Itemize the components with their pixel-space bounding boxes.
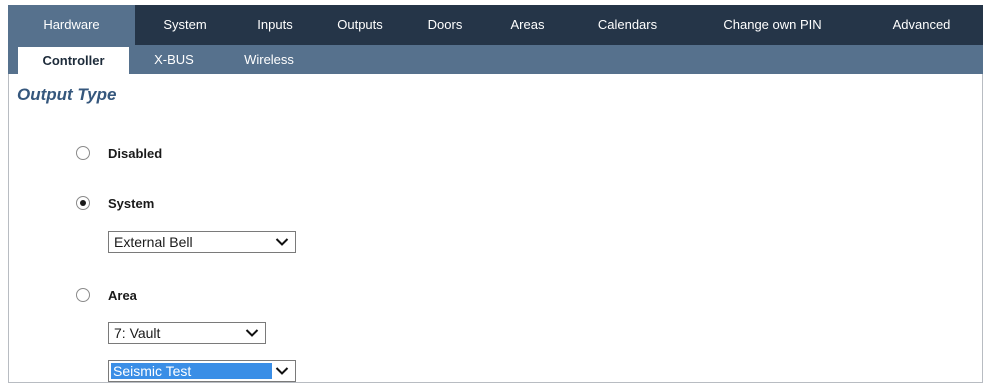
chevron-down-icon bbox=[275, 238, 289, 246]
label-area: Area bbox=[108, 288, 137, 303]
area-function-select[interactable]: Seismic Test bbox=[108, 360, 296, 382]
radio-area[interactable] bbox=[76, 288, 90, 302]
area-select[interactable]: 7: Vault bbox=[108, 322, 266, 344]
tab-inputs[interactable]: Inputs bbox=[235, 5, 315, 45]
chevron-down-icon bbox=[275, 367, 289, 375]
subtab-controller[interactable]: Controller bbox=[18, 47, 129, 74]
subtab-x-bus[interactable]: X-BUS bbox=[129, 45, 219, 74]
tab-advanced[interactable]: Advanced bbox=[860, 5, 983, 45]
label-system: System bbox=[108, 196, 155, 211]
system-type-value: External Bell bbox=[114, 234, 193, 250]
radio-disabled[interactable] bbox=[76, 146, 90, 160]
tab-system[interactable]: System bbox=[135, 5, 235, 45]
area-value: 7: Vault bbox=[114, 325, 161, 341]
system-type-select[interactable]: External Bell bbox=[108, 231, 296, 253]
tab-outputs[interactable]: Outputs bbox=[315, 5, 405, 45]
label-disabled: Disabled bbox=[108, 146, 163, 161]
tab-change-own-pin[interactable]: Change own PIN bbox=[685, 5, 860, 45]
subtab-wireless[interactable]: Wireless bbox=[219, 45, 319, 74]
chevron-down-icon bbox=[245, 329, 259, 337]
main-nav: Hardware System Inputs Outputs Doors Are… bbox=[8, 5, 983, 45]
tab-doors[interactable]: Doors bbox=[405, 5, 485, 45]
radio-system[interactable] bbox=[76, 196, 90, 210]
sub-nav: Controller X-BUS Wireless bbox=[8, 45, 983, 74]
page-title: Output Type bbox=[17, 85, 117, 104]
tab-calendars[interactable]: Calendars bbox=[570, 5, 685, 45]
radio-selected-dot bbox=[80, 200, 86, 206]
area-function-value: Seismic Test bbox=[111, 363, 272, 379]
tab-areas[interactable]: Areas bbox=[485, 5, 570, 45]
tab-hardware[interactable]: Hardware bbox=[8, 5, 135, 45]
